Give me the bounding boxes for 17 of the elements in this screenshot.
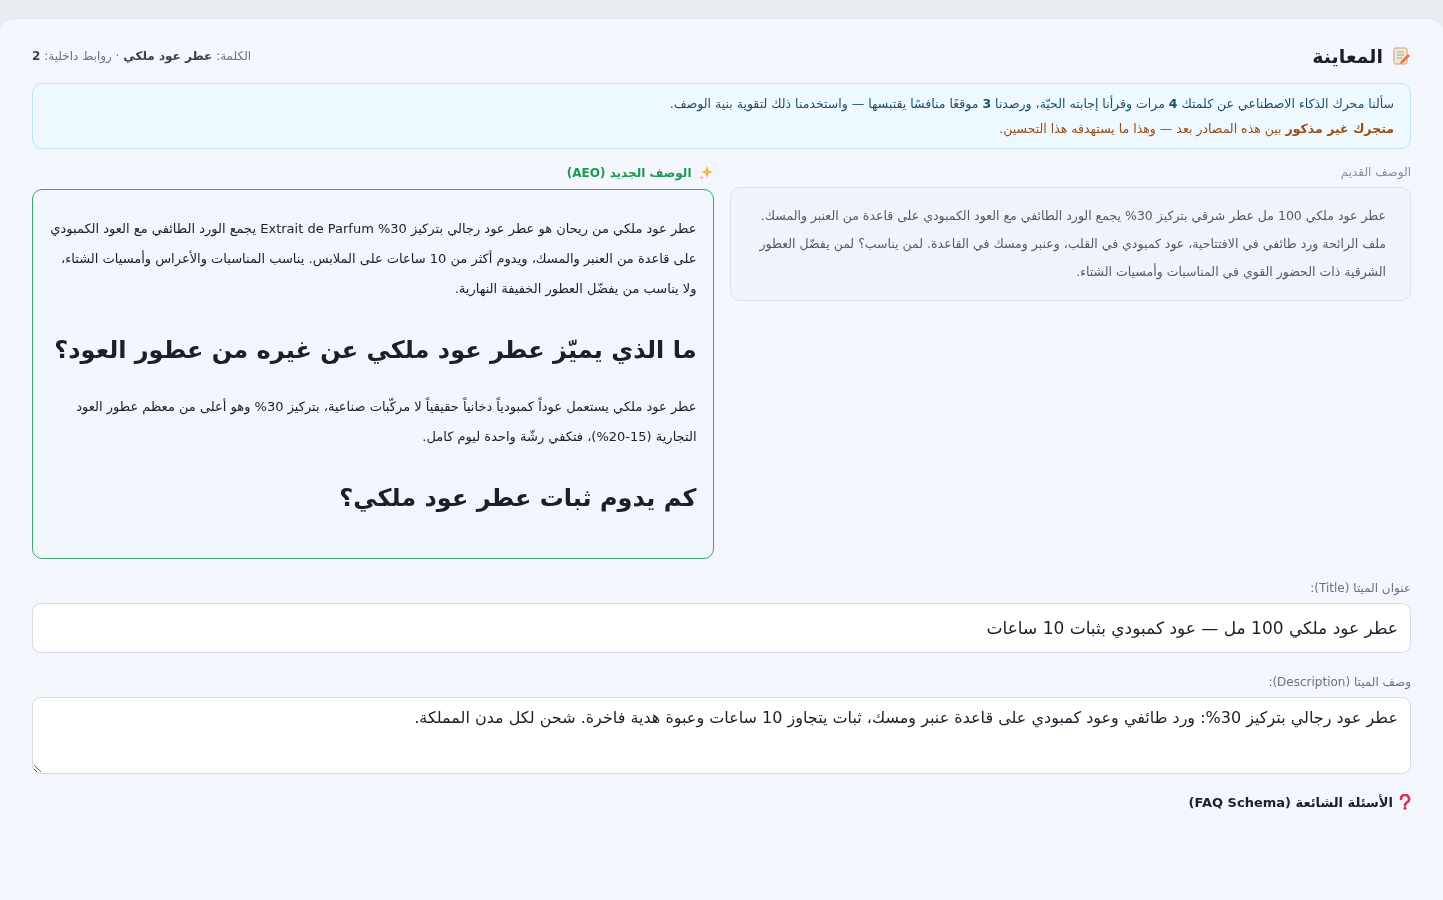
warning-text: متجرك غير مذكور بين هذه المصادر بعد — وهذا ما يستهدفه هذا التحسين.	[998, 121, 1394, 136]
description-heading: كم يدوم ثبات عطر عود ملكي؟	[338, 483, 697, 514]
panel-title: المعاينة	[1312, 45, 1383, 67]
meta-title-label: عنوان الميتا (Title):	[1309, 581, 1411, 595]
sparkle-icon	[697, 165, 714, 181]
meta-title-field[interactable]: عطر عود ملكي 100 مل — عود كمبودي بثبات 10 ساعات	[32, 603, 1411, 653]
faq-title: الأسئلة الشائعة (FAQ Schema)	[1188, 794, 1393, 810]
description-paragraph: عطر عود ملكي يستعمل عوداً كمبودياً دخانياً حقيقياً لا مركّبات صناعية، بتركيز 30% وهو أعلى من معظم عطور العود التجارية (15-20%)، فتكفي رشّة واحدة ليوم كامل.	[75, 396, 697, 447]
notepad-icon	[1391, 46, 1411, 66]
old-description: عطر عود ملكي 100 مل عطر شرقي بتركيز 30% يجمع الورد الطائفي مع العود الكمبودي على قاعدة من العنبر والمسك. ملف الرائحة ورد طائفي في الافتتاحية، عود كمبودي في القلب، وعنبر ومسك في القاعدة. لمن يناسب؟ لمن يفضّل العطور الشرقية ذات الحضور القوي في المناسبات وأمسيات الشتاء.	[729, 187, 1411, 301]
meta-description-label: وصف الميتا (Description):	[1267, 675, 1411, 689]
description-heading: ما الذي يميّز عطر عود ملكي عن غيره من عطور العود؟	[53, 335, 697, 366]
question-icon	[1399, 794, 1411, 810]
old-description-label: الوصف القديم	[1340, 165, 1411, 179]
new-description-label: الوصف الجديد (AEO)	[566, 166, 692, 180]
description-paragraph: عطر عود ملكي من ريحان هو عطر عود رجالي بتركيز 30% Extrait de Parfum يجمع الورد الطائفي مع العود الكمبودي على قاعدة من العنبر والمسك، ويدوم أكثر من 10 ساعات على الملابس. يناسب المناسبات والأعراس وأمسيات الشتاء، ولا يناسب من يفضّل العطور الخفيفة النهارية.	[49, 220, 697, 299]
meta-description-field[interactable]: عطر عود رجالي بتركيز 30%: ورد طائفي وعود كمبودي على قاعدة عنبر ومسك، ثبات يتجاوز 10 ساعات وعبوة هدية فاخرة. شحن لكل مدن المملكة.	[32, 697, 1411, 774]
